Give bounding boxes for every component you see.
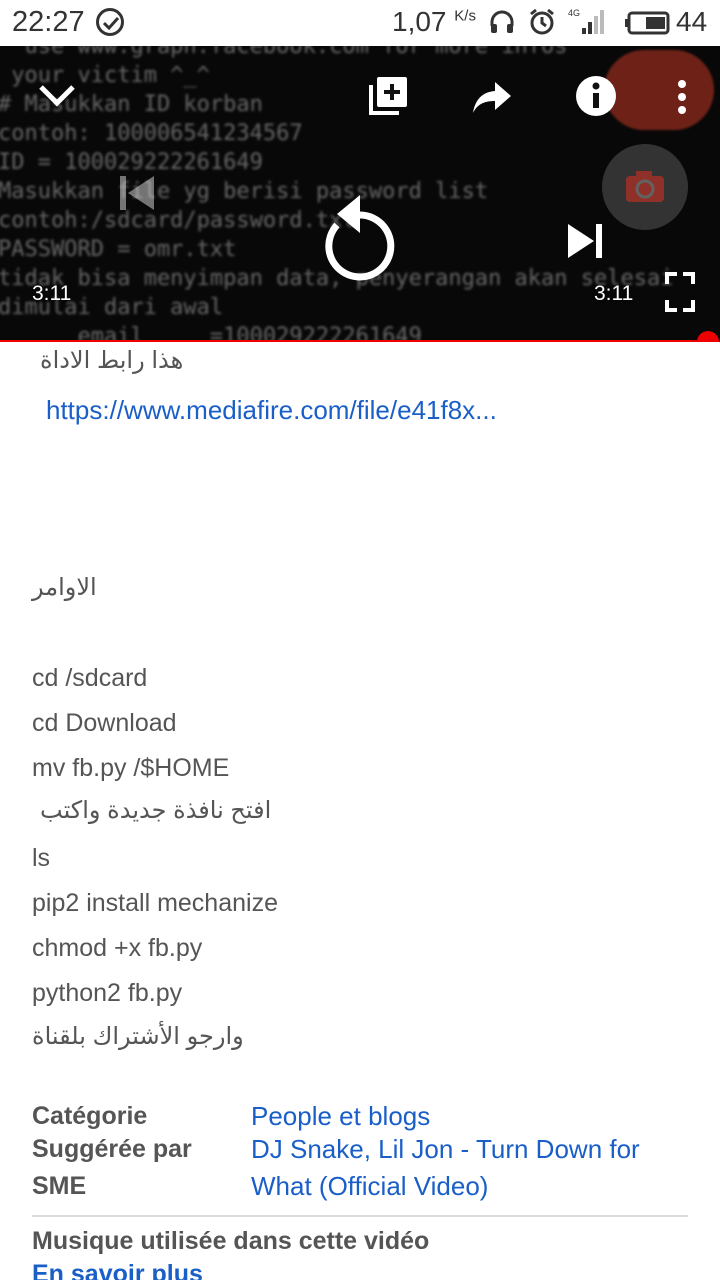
network-speed-unit: K/s [454,7,476,25]
replay-icon [325,195,395,281]
network-speed: 1,07 K/s [392,6,476,38]
network-type-label: 4G [568,8,580,18]
tool-link-heading: هذا رابط الاداة [40,347,184,374]
suggested-by-label: Suggérée par [32,1135,192,1163]
tool-download-link[interactable]: https://www.mediafire.com/file/e41f8x... [46,395,497,426]
learn-more-link[interactable]: En savoir plus [32,1260,203,1280]
suggested-video-link-continued[interactable]: What (Official Video) [251,1171,488,1202]
command-line: cd Download [32,709,177,737]
add-to-playlist-button[interactable] [366,74,410,118]
status-time: 22:27 [12,6,85,38]
alarm-icon [528,8,556,43]
category-link[interactable]: People et blogs [251,1101,430,1132]
more-options-button[interactable] [668,76,696,118]
previous-button[interactable] [112,170,160,216]
fullscreen-icon [665,272,695,312]
command-line: chmod +x fb.py [32,934,203,962]
fullscreen-button[interactable] [664,272,696,312]
divider [32,1215,688,1217]
command-line: python2 fb.py [32,979,183,1007]
info-icon [576,76,616,116]
skip-previous-icon [120,176,154,210]
chevron-down-icon [39,85,75,107]
duration: 3:11 [594,282,634,305]
commands-heading: الاوامر [32,574,97,601]
suggested-by-label-continued: SME [32,1172,87,1200]
check-circle-icon [96,8,124,36]
battery-level: 44 [676,6,708,37]
headphones-icon [488,8,516,43]
suggested-video-link[interactable]: DJ Snake, Lil Jon - Turn Down for [251,1134,640,1165]
command-instruction: افتح نافذة جديدة واكتب [40,797,272,824]
share-button[interactable] [470,78,514,118]
next-button[interactable] [562,218,610,264]
share-icon [473,82,511,113]
status-bar: 22:27 1,07 K/s 4G 44 [0,0,720,46]
current-time: 3:11 [32,282,72,305]
minimize-button[interactable] [36,74,78,116]
subscribe-request: وارجو الأشتراك بلقناة [32,1023,244,1050]
category-label: Catégorie [32,1102,148,1130]
replay-button[interactable] [316,184,404,284]
info-button[interactable] [574,74,618,118]
playlist-add-icon [369,77,407,115]
command-line: ls [32,844,51,872]
command-line: pip2 install mechanize [32,889,278,917]
skip-next-icon [568,224,602,258]
progress-bar[interactable] [0,340,708,342]
command-line: mv fb.py /$HOME [32,754,230,782]
music-heading: Musique utilisée dans cette vidéo [32,1227,430,1255]
command-line: cd /sdcard [32,664,148,692]
network-speed-value: 1,07 [392,6,447,37]
video-player[interactable]: use www.graph.facebook.com for more info… [0,46,720,342]
battery-icon [624,10,670,42]
more-vertical-icon [678,80,686,114]
signal-icon: 4G [568,6,608,43]
